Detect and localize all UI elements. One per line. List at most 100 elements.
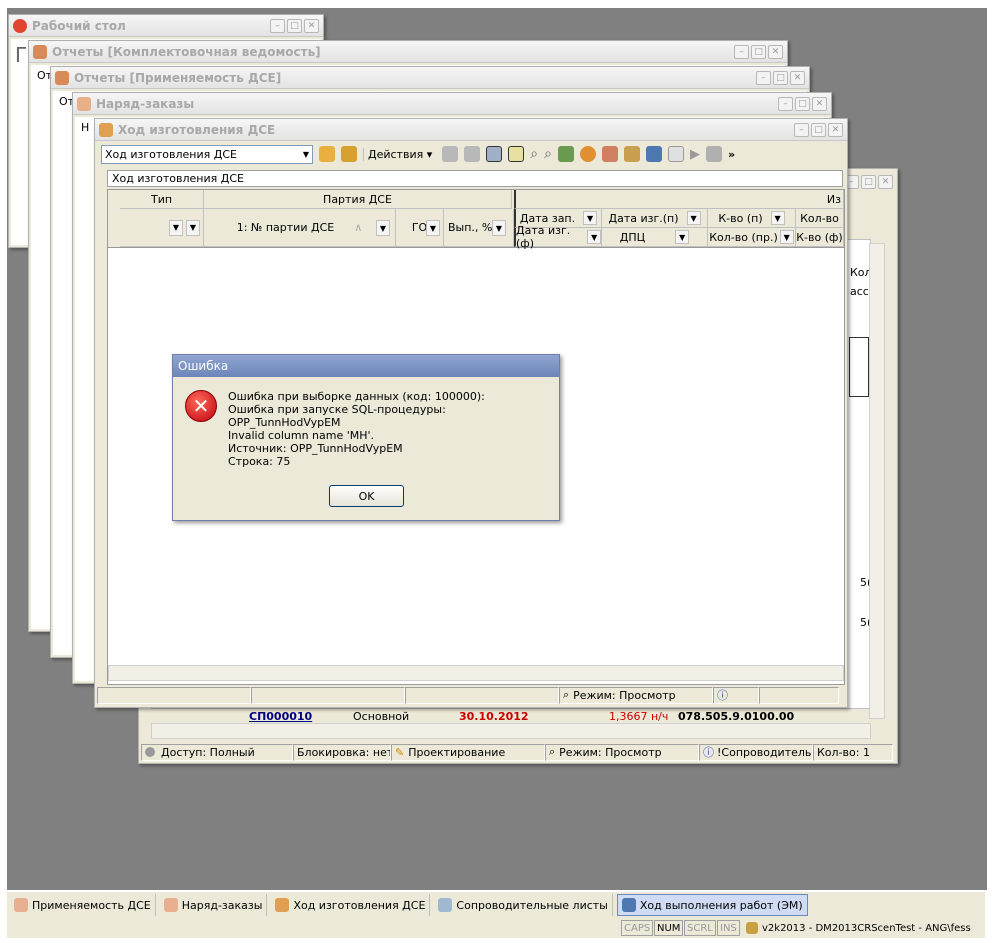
title-bar[interactable]: Ход изготовления ДСЕ: [95, 119, 847, 141]
status-mode: ⌕ Режим: Просмотр: [559, 686, 713, 704]
col-kolvo-pr-text: Кол-во (пр.): [709, 230, 778, 244]
window-title: Отчеты [Применяемость ДСЕ]: [74, 70, 282, 85]
document-icon[interactable]: [705, 146, 722, 162]
minimize-button[interactable]: –: [794, 123, 809, 137]
task-label: Ход изготовления ДСЕ: [293, 898, 426, 912]
title-bar[interactable]: Отчеты [Применяемость ДСЕ]: [51, 67, 809, 89]
horizontal-scrollbar[interactable]: [108, 665, 844, 681]
ok-button[interactable]: OK: [329, 485, 404, 507]
table-view-icon[interactable]: [508, 146, 525, 162]
chevron-down-icon[interactable]: ▼: [583, 211, 598, 225]
chevron-down-icon[interactable]: ▼: [779, 230, 794, 244]
users-icon[interactable]: [341, 146, 357, 162]
minimize-button[interactable]: –: [734, 45, 749, 59]
preview-icon[interactable]: [667, 146, 684, 162]
col-kvo-f[interactable]: К-во (ф): [796, 228, 844, 247]
error-dialog[interactable]: Ошибка ✕ Ошибка при выборке данных (код:…: [172, 354, 560, 521]
minimize-button[interactable]: –: [778, 97, 793, 111]
session-info: v2k2013 - DM2013CRScenTest - ANG\fess: [744, 920, 973, 936]
status-mode-text: Режим: Просмотр: [573, 688, 676, 702]
row-rate: 1,3667 н/ч: [609, 710, 669, 723]
maximize-button[interactable]: □: [751, 45, 766, 59]
status-lock-text: Блокировка: нет: [297, 745, 391, 759]
maximize-button[interactable]: □: [861, 175, 876, 189]
order-icon: [77, 96, 91, 111]
title-bar[interactable]: Наряд-заказы: [73, 93, 831, 115]
vertical-scrollbar[interactable]: [869, 243, 885, 719]
find-next-icon[interactable]: ⌕: [544, 146, 552, 162]
close-button[interactable]: ✕: [304, 19, 319, 33]
print-icon[interactable]: [645, 146, 662, 162]
chevron-down-icon[interactable]: ▼: [770, 211, 785, 225]
task-label: Сопроводительные листы: [456, 898, 608, 912]
task-hod[interactable]: Ход изготовления ДСЕ: [271, 894, 431, 916]
actions-menu[interactable]: Действия ▾: [363, 147, 436, 161]
chevron-down-icon[interactable]: ▼: [186, 219, 200, 236]
mode-icon: ⌕: [563, 688, 570, 701]
maximize-button[interactable]: □: [773, 71, 788, 85]
task-work-progress[interactable]: Ход выполнения работ (ЭМ): [616, 894, 808, 916]
paste-icon[interactable]: [464, 146, 481, 162]
col-kolvo[interactable]: Кол-во: [796, 209, 844, 228]
status-doc-text: !Сопроводительн: [717, 745, 813, 759]
horizontal-scrollbar[interactable]: [151, 723, 871, 739]
search-icon[interactable]: ⌕: [530, 146, 538, 162]
maximize-button[interactable]: □: [795, 97, 810, 111]
status-bar: ⌕ Режим: Просмотр ⓘ: [97, 685, 845, 705]
partial-label: Г: [15, 43, 28, 67]
minimize-button[interactable]: –: [270, 19, 285, 33]
header-iz: Из: [514, 190, 844, 209]
chevron-down-icon[interactable]: ▼: [686, 211, 701, 225]
chevron-down-icon[interactable]: ▼: [376, 220, 390, 236]
chevron-down-icon[interactable]: ▼: [169, 219, 183, 236]
col-kvo-p[interactable]: К-во (п) ▼: [708, 209, 796, 228]
report-icon[interactable]: [601, 146, 618, 162]
task-soprovod[interactable]: Сопроводительные листы: [434, 894, 613, 916]
col-kolvo-pr[interactable]: Кол-во (пр.) ▼: [708, 228, 796, 247]
title-bar[interactable]: Отчеты [Комплектовочная ведомость]: [29, 41, 787, 63]
status-info: ⓘ: [713, 686, 759, 704]
chevron-down-icon[interactable]: ▼: [587, 230, 601, 244]
col-data-izg-p[interactable]: Дата изг.(п) ▼: [602, 209, 708, 228]
play-icon[interactable]: ▶: [690, 147, 700, 162]
view-combo[interactable]: Ход изготовления ДСЕ ▼: [101, 144, 313, 164]
status-cell: [251, 686, 405, 704]
copy-icon[interactable]: [442, 146, 459, 162]
sort-icon: ∧: [354, 221, 363, 234]
dialog-title-bar[interactable]: Ошибка: [173, 355, 559, 377]
col-data-izg-f[interactable]: Дата изг.(ф) ▼: [514, 224, 602, 250]
status-cell: [97, 686, 251, 704]
task-primenyaemost[interactable]: Применяемость ДСЕ: [10, 894, 156, 916]
col-nomer[interactable]: 1: № партии ДСЕ ∧: [204, 209, 396, 247]
window-title: Наряд-заказы: [96, 96, 195, 111]
chevron-down-icon[interactable]: ▼: [426, 220, 440, 236]
table-row[interactable]: СП000010 Основной 30.10.2012 1,3667 н/ч …: [151, 709, 871, 723]
chevron-down-icon[interactable]: ▼: [492, 220, 506, 236]
export-icon[interactable]: [623, 146, 640, 162]
grid-view-icon[interactable]: [486, 146, 503, 162]
status-mode: ⌕ Режим: Просмотр: [545, 743, 699, 761]
col-dpc[interactable]: ДПЦ ▼: [602, 228, 708, 247]
view-combo-value: Ход изготовления ДСЕ: [105, 147, 237, 161]
task-naryad[interactable]: Наряд-заказы: [160, 894, 268, 916]
info-icon: ⓘ: [717, 689, 728, 702]
filter-icon[interactable]: [319, 146, 335, 162]
maximize-button[interactable]: □: [811, 123, 826, 137]
panel-caption: Ход изготовления ДСЕ: [107, 170, 843, 187]
status-count: Кол-во: 1: [813, 743, 893, 761]
close-button[interactable]: ✕: [768, 45, 783, 59]
chevron-down-icon[interactable]: ▼: [675, 230, 690, 244]
detail-box: [849, 337, 869, 397]
toolbar-overflow-icon[interactable]: »: [728, 148, 735, 161]
col-data-izg-p-text: Дата изг.(п): [608, 211, 679, 225]
maximize-button[interactable]: □: [287, 19, 302, 33]
tree-icon[interactable]: [557, 146, 574, 162]
close-button[interactable]: ✕: [828, 123, 843, 137]
col-blank[interactable]: ▼ ▼: [120, 209, 204, 247]
refresh-icon[interactable]: [579, 146, 596, 162]
info-icon: ⓘ: [703, 746, 714, 759]
close-button[interactable]: ✕: [812, 97, 827, 111]
close-button[interactable]: ✕: [790, 71, 805, 85]
minimize-button[interactable]: –: [756, 71, 771, 85]
close-button[interactable]: ✕: [878, 175, 893, 189]
